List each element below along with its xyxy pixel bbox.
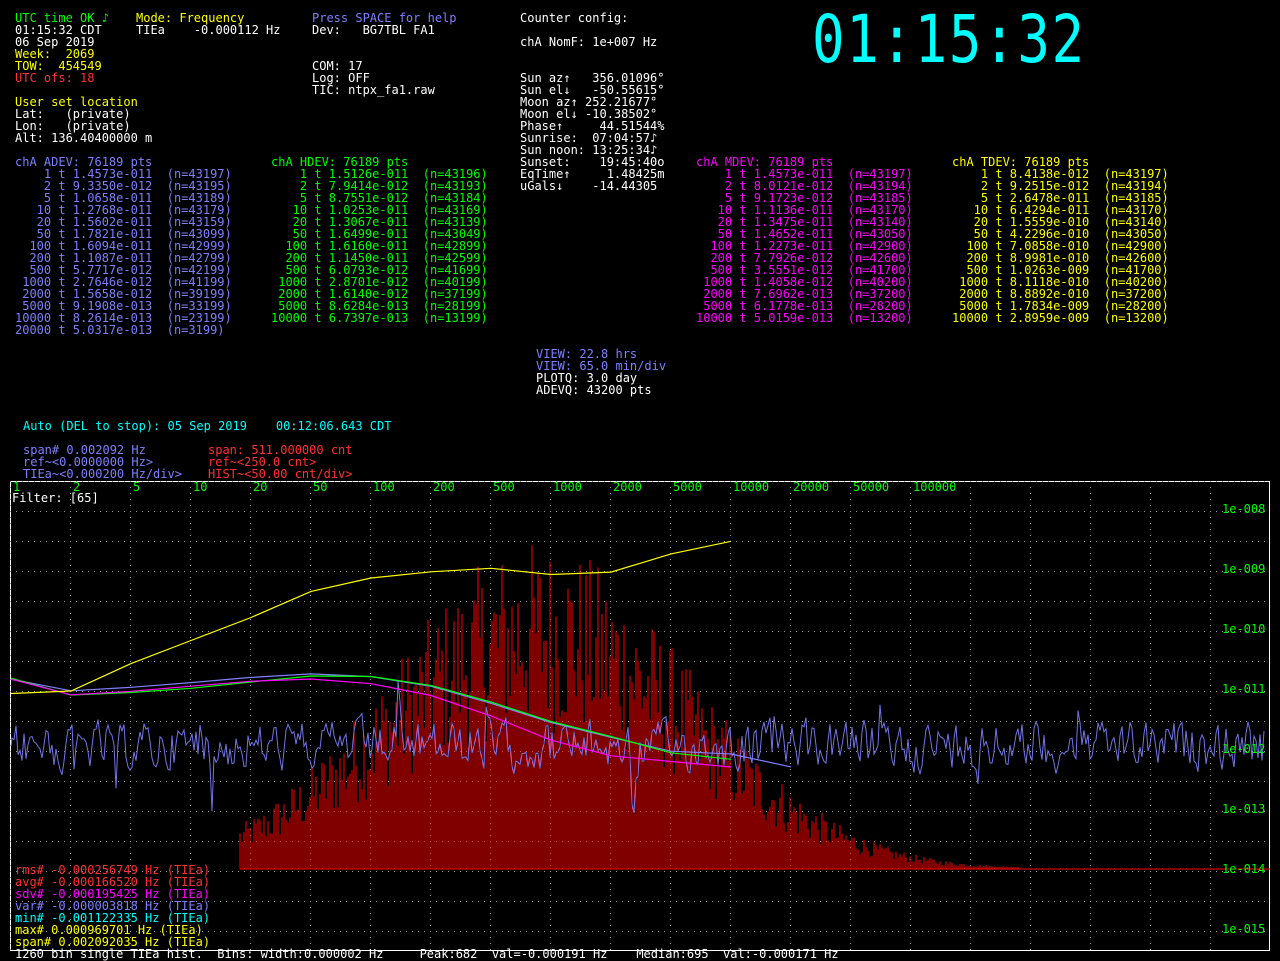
- tau-label: 500: [493, 481, 515, 494]
- tau-label: 100: [373, 481, 395, 494]
- auto-status: Auto (DEL to stop): 05 Sep 2019 00:12:06…: [23, 419, 392, 433]
- hdev-table: 1 t 1.5126e-011 (n=43196) 2 t 7.9414e-01…: [271, 168, 488, 324]
- adev-row: 20000 t 5.0317e-013 (n=3199): [15, 323, 225, 337]
- tau-label: 100000: [913, 481, 956, 494]
- decade-label: 1e-014: [1222, 862, 1265, 876]
- decade-label: 1e-008: [1222, 502, 1265, 516]
- big-clock: 01:15:32: [812, 1, 1086, 78]
- decade-label: 1e-009: [1222, 562, 1265, 576]
- tau-label: 10: [193, 481, 207, 494]
- tau-label: 10000: [733, 481, 769, 494]
- tau-label: 5000: [673, 481, 702, 494]
- astro-panel: Sun az↑ 356.01096° Sun el↓ -50.55615° Moon…: [520, 72, 665, 192]
- tiea-per-div: TIEa~<0.000200 Hz/div>: [23, 467, 182, 481]
- decade-label: 1e-012: [1222, 742, 1265, 756]
- tau-label: 50000: [853, 481, 889, 494]
- decade-label: 1e-015: [1222, 922, 1265, 936]
- astro-row: uGals↓ -14.44305: [520, 179, 658, 193]
- adev-q: ADEVQ: 43200 pts: [536, 383, 652, 397]
- deviation-curves: [10, 540, 792, 768]
- decade-label: 1e-013: [1222, 802, 1265, 816]
- tau-label: 1000: [553, 481, 582, 494]
- histogram-info: 1260 bin single TIEa hist. Bins: width:0…: [15, 947, 839, 961]
- tic-line: TIC: ntpx_fa1.raw: [312, 83, 435, 97]
- tdev-row: 10000 t 2.8959e-009 (n=13200): [952, 311, 1169, 325]
- altitude: Alt: 136.40400000 m: [15, 131, 153, 145]
- tau-label: 20000: [793, 481, 829, 494]
- decade-label: 1e-011: [1222, 682, 1265, 696]
- utc-offset: UTC ofs: 18: [15, 71, 95, 85]
- mdev-table: 1 t 1.4573e-011 (n=43197) 2 t 8.0121e-01…: [696, 168, 913, 324]
- hdev-row: 10000 t 6.7397e-013 (n=13199): [271, 311, 488, 325]
- tau-label: 50: [313, 481, 327, 494]
- adev-table: 1 t 1.4573e-011 (n=43197) 2 t 9.3350e-01…: [15, 168, 232, 336]
- tau-axis-labels: 1 2 5 10 20 50 100 200 500 1000 2000 5000 10000 20000…: [13, 481, 956, 494]
- decade-axis-labels: 1e-008 1e-009 1e-010 1e-011 1e-012 1e-013 1e-0…: [1222, 502, 1265, 936]
- nominal-frequency: chA NomF: 1e+007 Hz: [520, 35, 658, 49]
- filter-label: Filter: [65]: [12, 491, 99, 505]
- tdev-table: 1 t 8.4138e-012 (n=43197) 2 t 9.2515e-01…: [952, 168, 1169, 324]
- device-line: Dev: BG7TBL FA1: [312, 23, 435, 37]
- tiea-readout: TIEa -0.000112 Hz: [136, 23, 281, 37]
- histogram-bars-path: [239, 545, 1019, 869]
- counter-config-title: Counter config:: [520, 11, 629, 25]
- decade-label: 1e-010: [1222, 622, 1265, 636]
- hist-per-div: HIST~<50.00 cnt/div>: [208, 467, 353, 481]
- histogram-bars: [239, 545, 1270, 870]
- mdev-row: 10000 t 5.0159e-013 (n=13200): [696, 311, 913, 325]
- tau-label: 5: [133, 481, 140, 494]
- tau-label: 20: [253, 481, 267, 494]
- tau-label: 2000: [613, 481, 642, 494]
- tau-label: 200: [433, 481, 455, 494]
- cha-tdev-curve: [10, 540, 732, 695]
